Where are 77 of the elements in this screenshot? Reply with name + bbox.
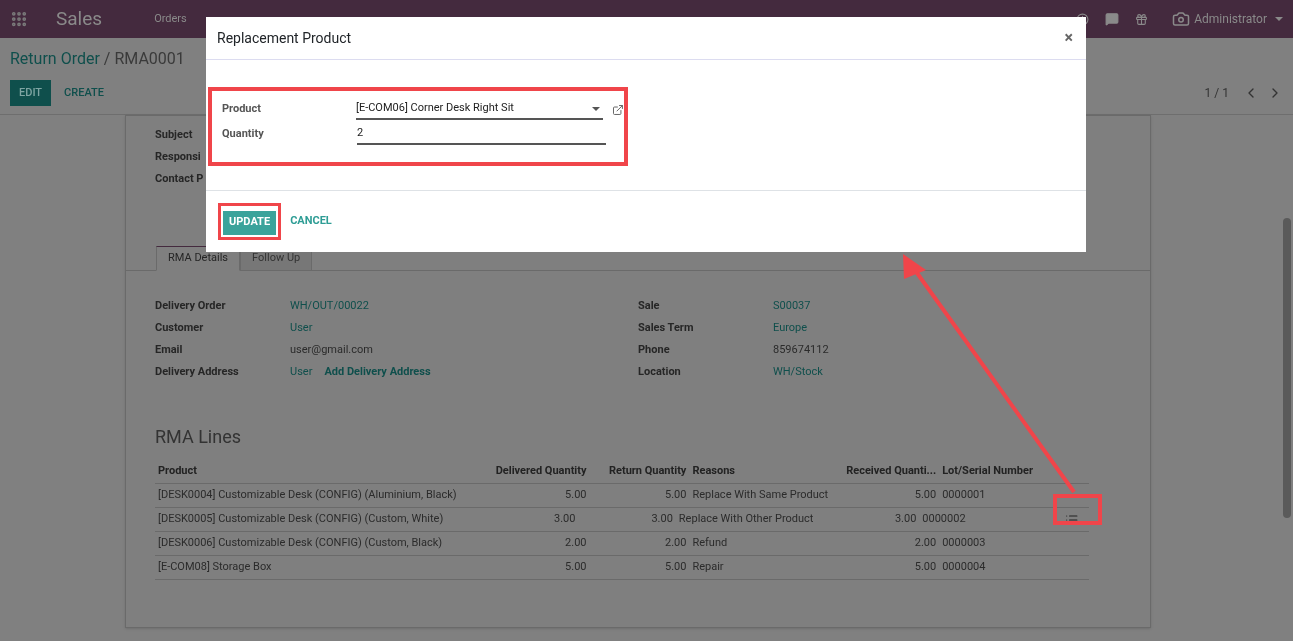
field-link[interactable]: Europe [773,319,808,337]
table-cell-text: [DESK0004] Customizable Desk (CONFIG) (Aluminium, Black) [157,487,458,504]
table-cell-text: Repair [691,559,725,576]
nav-menu-item[interactable]: Orders [154,10,187,28]
create-button[interactable]: CREATE [55,80,113,106]
field-link[interactable]: WH/Stock [773,363,823,381]
field-label: Email [155,341,184,358]
column-header[interactable]: Product [155,463,480,480]
section-title: RMA Lines [155,425,243,449]
field-link[interactable]: User [290,363,313,381]
column-header[interactable]: Return Quantity [589,463,690,480]
table-cell-text: 5.00 [913,487,938,504]
pager-text: 1 / 1 [1204,85,1229,102]
table-cell-text: 5.00 [564,559,588,576]
breadcrumb-current: RMA0001 [114,48,185,70]
close-button[interactable]: × [1064,26,1073,50]
table-cell-text: [DESK0005] Customizable Desk (CONFIG) (Custom, White) [157,511,445,528]
table-cell-text: 5.00 [663,487,688,504]
column-header[interactable]: Lot/Serial Number [939,463,1089,480]
field-value: 859674112 [773,341,829,358]
column-header[interactable]: Reasons [689,463,840,480]
table-cell-text: 3.00 [650,511,674,528]
table-cell-text: 3.00 [552,511,577,528]
dialog-title: Replacement Product [217,28,352,48]
field-label: Contact P [155,170,204,187]
table-cell-text: 3.00 [893,511,918,528]
table-cell-text: 5.00 [663,559,688,576]
highlight-box [1053,494,1102,525]
field-link[interactable]: WH/OUT/00022 [290,297,369,315]
table-cell-text: 0000004 [941,559,987,576]
breadcrumb-link[interactable]: Return Order [10,47,100,71]
table-cell-text: 2.00 [564,535,588,552]
table-cell-text: 0000002 [921,511,967,528]
field-label: Customer [155,319,205,336]
app-title: Sales [56,5,103,32]
field-label: Delivery Address [155,363,240,380]
column-header[interactable]: Delivered Quantity [479,463,590,480]
table-cell-text: Refund [691,535,729,552]
apps-menu-icon[interactable] [10,10,28,28]
avatar-icon[interactable] [1172,10,1191,28]
table-cell-text: 0000001 [941,487,987,504]
field-label: Sales Term [638,319,695,336]
field-label: Quantity [222,126,265,143]
edit-button[interactable]: EDIT [10,80,52,106]
field-label: Phone [638,341,671,358]
field-label: Responsi [155,148,201,165]
tab[interactable]: RMA Details [156,246,241,271]
user-menu[interactable]: Administrator [1194,10,1267,28]
cancel-button[interactable]: CANCEL [290,213,332,230]
table-cell-text: Replace With Other Product [677,511,815,528]
table-cell-text: [DESK0006] Customizable Desk (CONFIG) (Custom, Black) [157,535,444,552]
field-label: Delivery Order [155,297,227,314]
product-select[interactable]: [E-COM06] Corner Desk Right Sit [356,99,604,120]
field-value: user@gmail.com [290,341,373,358]
add-address-link[interactable]: Add Delivery Address [324,363,431,381]
table-cell-text: 2.00 [913,535,938,552]
table-cell-text: Replace With Same Product [691,487,830,504]
breadcrumb-separator: / [103,48,111,70]
table-cell-text: 0000003 [941,535,987,552]
quantity-field[interactable]: 2 [357,124,606,145]
update-button[interactable]: UPDATE [223,210,277,235]
table-cell-text: 2.00 [663,535,688,552]
field-link[interactable]: User [290,319,313,337]
field-link[interactable]: S00037 [773,297,811,315]
table-cell-text: 5.00 [913,559,938,576]
table-cell-text: [E-COM08] Storage Box [157,559,273,576]
gift-icon[interactable] [1135,12,1149,26]
external-link-icon[interactable] [612,103,624,116]
column-header[interactable]: Received Quanti... [839,463,940,480]
field-label: Subject [155,126,193,143]
field-label: Sale [638,297,661,314]
field-label: Location [638,363,682,380]
caret-icon [592,106,601,111]
table-cell-text: 5.00 [564,487,588,504]
caret-icon [1275,17,1283,21]
chat-icon[interactable] [1105,12,1120,26]
field-label: Product [222,101,262,118]
